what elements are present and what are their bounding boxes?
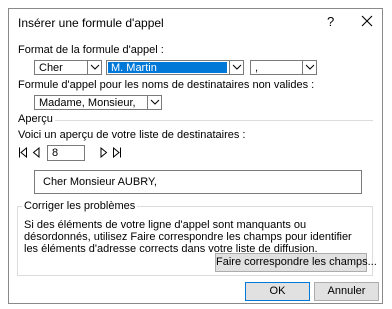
first-record-icon — [19, 146, 27, 159]
previous-record-icon — [32, 146, 40, 159]
punctuation-dropdown-arrow[interactable] — [302, 61, 316, 74]
previous-record-button[interactable] — [31, 146, 41, 159]
name-format-dropdown[interactable]: M. Martin — [106, 60, 244, 75]
fix-problems-legend: Corriger les problèmes — [22, 200, 138, 212]
salutation-dropdown[interactable]: Cher — [34, 60, 102, 75]
first-record-button[interactable] — [18, 146, 28, 159]
salutation-value: Cher — [39, 62, 63, 74]
ok-button[interactable]: OK — [245, 282, 310, 301]
cancel-button[interactable]: Annuler — [314, 282, 379, 301]
last-record-button[interactable] — [112, 146, 122, 159]
invalid-greeting-dropdown[interactable]: Madame, Monsieur, — [34, 95, 162, 110]
greeting-preview-text: Cher Monsieur AUBRY, — [43, 176, 157, 188]
chevron-down-icon — [232, 64, 242, 70]
record-number-value: 8 — [52, 147, 59, 159]
chevron-down-icon — [305, 64, 315, 70]
invalid-names-label: Formule d'appel pour les noms de destina… — [18, 79, 315, 91]
name-format-value: M. Martin — [111, 62, 157, 74]
format-label: Format de la formule d'appel : — [18, 44, 164, 56]
preview-list-label: Voici un aperçu de votre liste de destin… — [18, 129, 246, 141]
invalid-greeting-value: Madame, Monsieur, — [39, 97, 136, 109]
next-record-button[interactable] — [99, 146, 109, 159]
close-button[interactable] — [358, 12, 376, 30]
next-record-icon — [100, 146, 108, 159]
greeting-line-dialog: Insérer une formule d'appel ? Format de … — [8, 8, 383, 304]
chevron-down-icon — [150, 99, 160, 105]
dialog-title: Insérer une formule d'appel — [18, 16, 164, 30]
punctuation-dropdown[interactable]: , — [250, 60, 317, 75]
record-number-input[interactable]: 8 — [47, 145, 85, 161]
section-divider — [55, 120, 373, 121]
greeting-preview-box: Cher Monsieur AUBRY, — [34, 170, 362, 194]
name-format-dropdown-arrow[interactable] — [229, 61, 243, 74]
chevron-down-icon — [90, 64, 100, 70]
name-format-selection: M. Martin — [108, 62, 227, 74]
close-icon — [361, 15, 373, 27]
help-button[interactable]: ? — [327, 14, 334, 29]
fix-problems-text: Si des éléments de votre ligne d'appel s… — [24, 219, 352, 255]
last-record-icon — [113, 146, 121, 159]
punctuation-value: , — [255, 62, 259, 74]
preview-section-label: Aperçu — [18, 113, 53, 125]
title-bar: Insérer une formule d'appel ? — [9, 9, 382, 35]
invalid-greeting-dropdown-arrow[interactable] — [147, 96, 161, 109]
fix-problems-group: Corriger les problèmes Si des éléments d… — [17, 200, 377, 276]
match-fields-button[interactable]: Faire correspondre les champs... — [215, 253, 377, 272]
salutation-dropdown-arrow[interactable] — [87, 61, 101, 74]
